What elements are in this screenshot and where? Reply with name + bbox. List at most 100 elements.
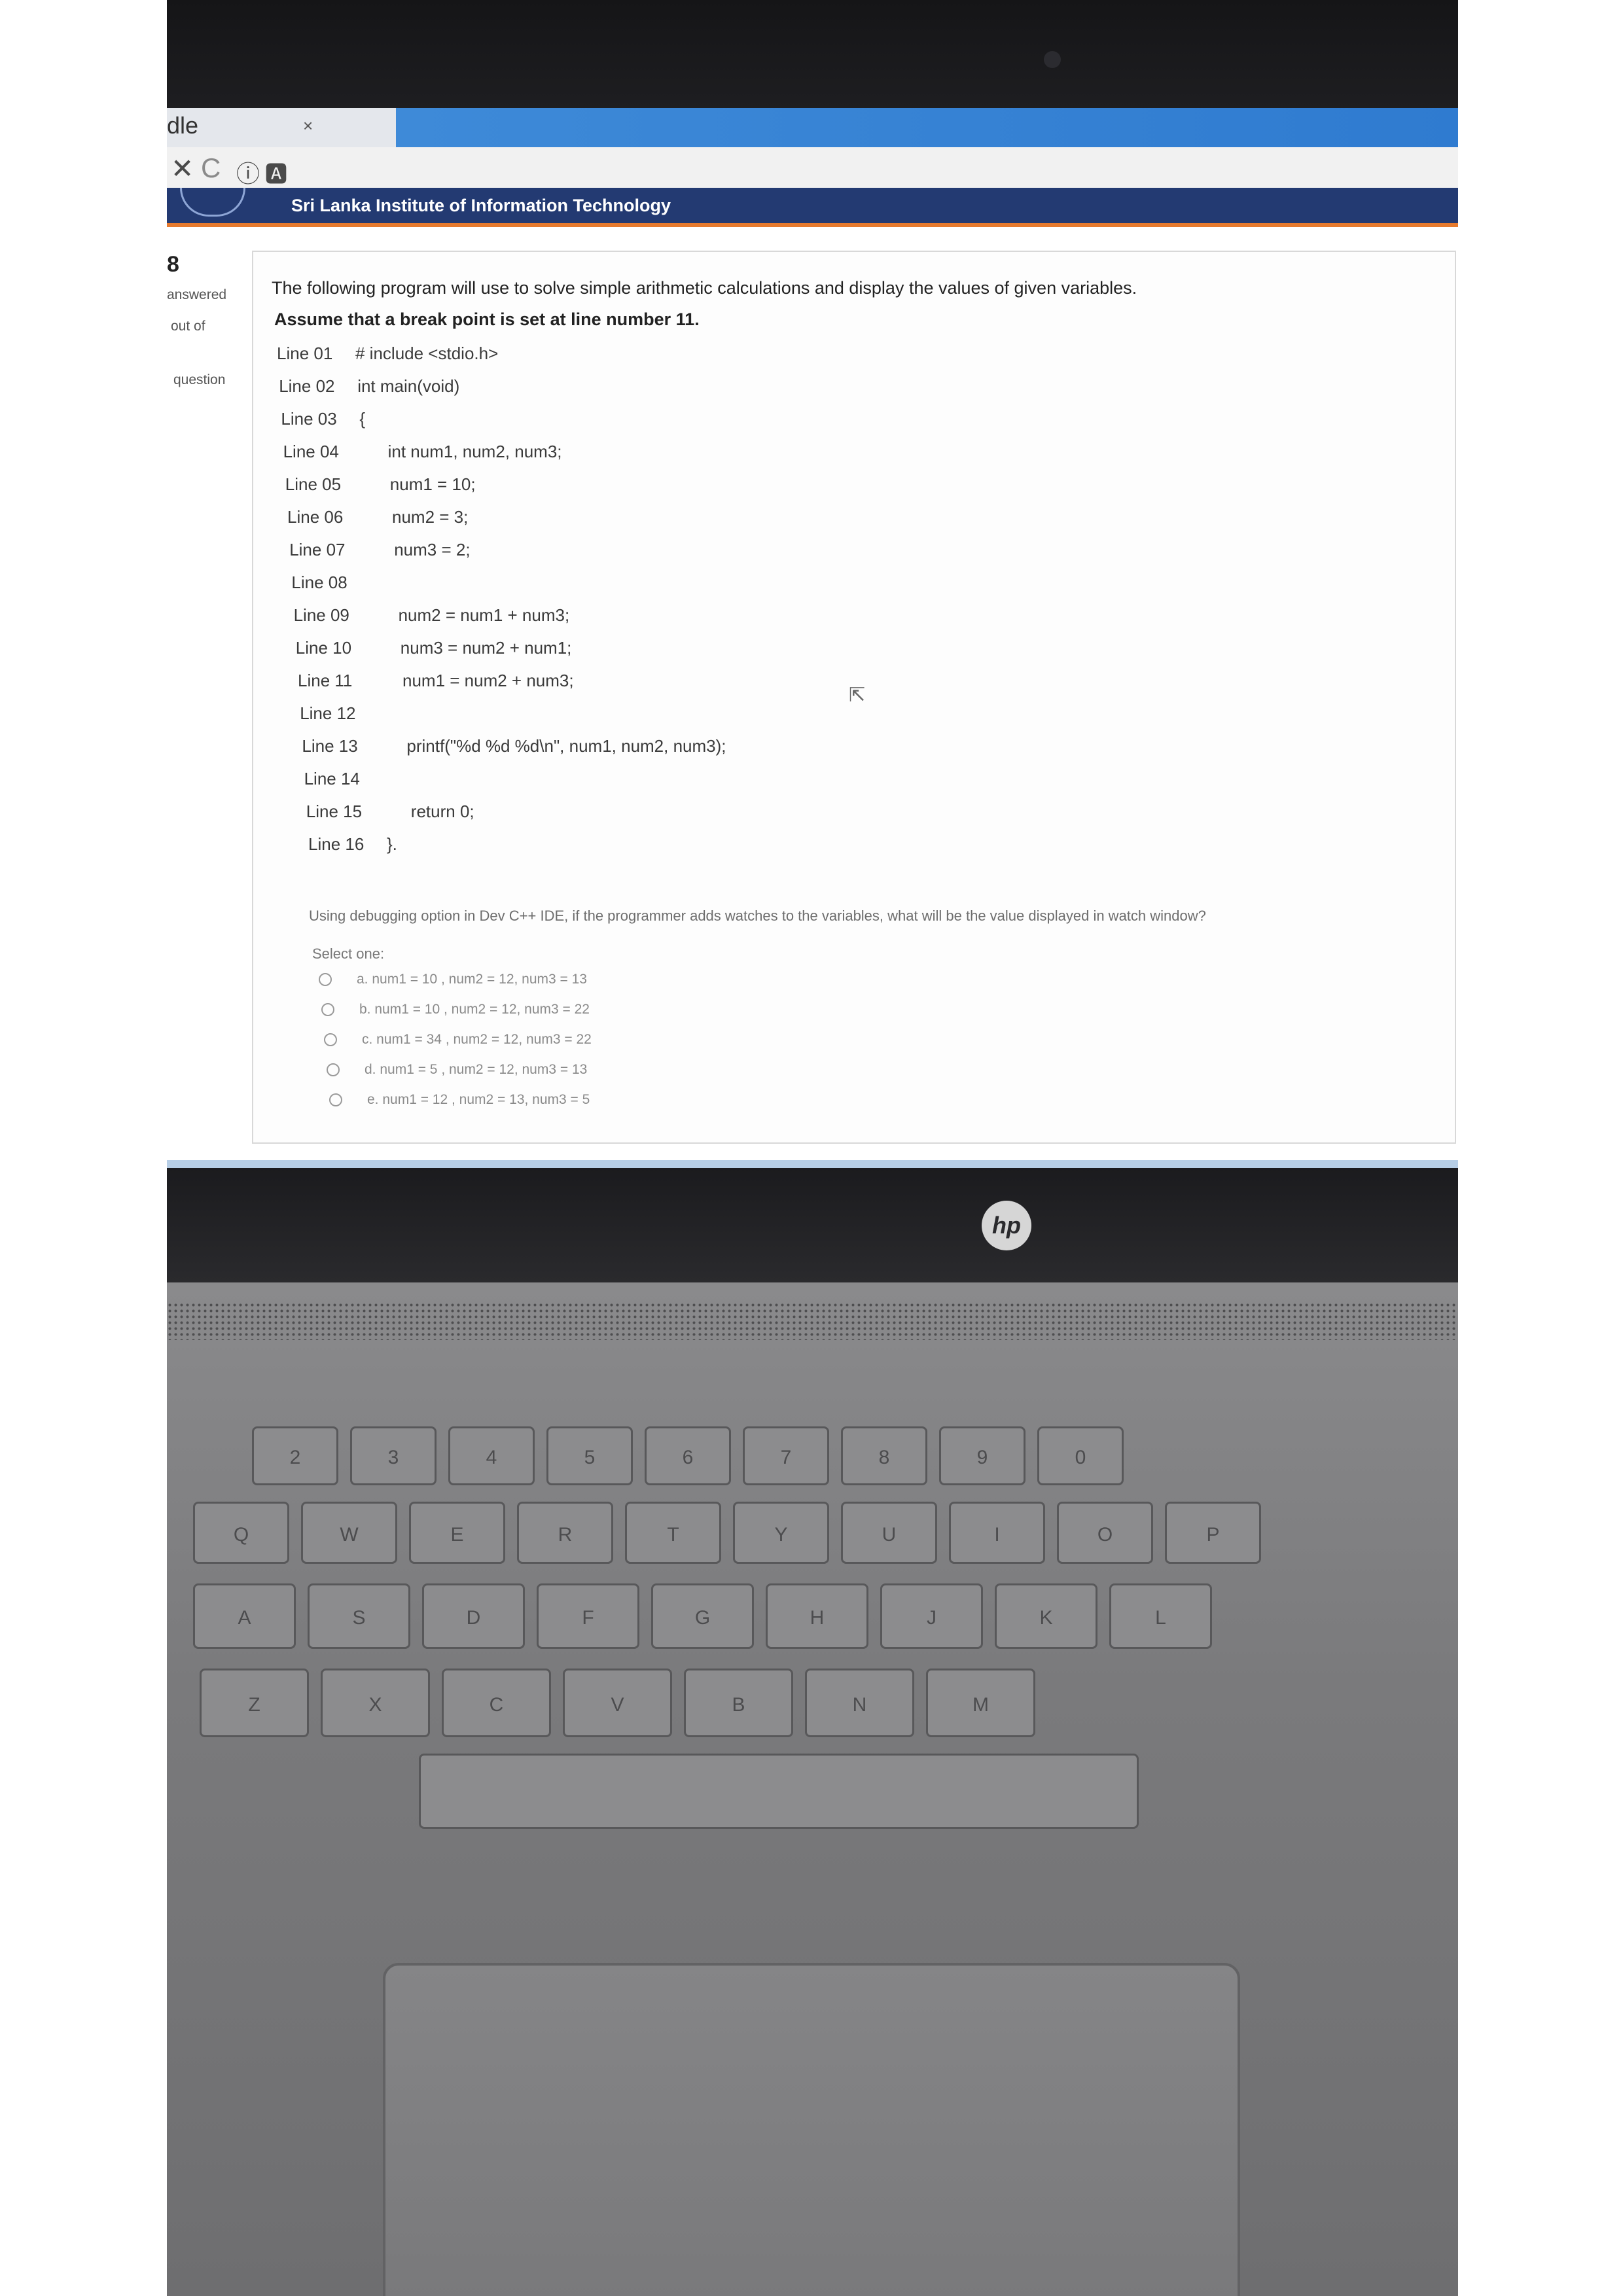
keyboard-key: 5: [546, 1426, 633, 1485]
code-line-text: num1 = num2 + num3;: [402, 671, 574, 690]
code-line-number: Line 11: [298, 671, 353, 690]
laptop-screen: dle × ✕ C ⓘ 🅰 Sri Lanka Institute of Inf…: [167, 108, 1458, 1171]
keyboard-key: K: [995, 1583, 1097, 1649]
keyboard-key: 6: [645, 1426, 731, 1485]
code-line-number: Line 04: [283, 442, 339, 461]
keyboard-key: 8: [841, 1426, 927, 1485]
laptop-keyboard-deck: 234567890 QWERTYUIOP ASDFGHJKL ZXCVBNM: [167, 1282, 1458, 2296]
code-line-number: Line 13: [302, 736, 358, 756]
photo-frame: dle × ✕ C ⓘ 🅰 Sri Lanka Institute of Inf…: [167, 0, 1458, 2296]
close-icon[interactable]: ✕: [171, 152, 194, 185]
code-line-text: # include <stdio.h>: [355, 344, 499, 363]
keyboard-key: R: [517, 1502, 613, 1564]
code-line-number: Line 16: [308, 834, 365, 854]
code-line-number: Line 08: [291, 573, 348, 592]
select-one-label: Select one:: [312, 945, 385, 962]
code-line-text: num3 = num2 + num1;: [400, 638, 572, 658]
answer-option[interactable]: a. num1 = 10 , num2 = 12, num3 = 13: [319, 972, 587, 987]
question-intro: The following program will use to solve …: [272, 278, 1137, 298]
question-prompt: Using debugging option in Dev C++ IDE, i…: [309, 908, 1206, 924]
laptop-bottom-bezel: [167, 1168, 1458, 1282]
radio-button[interactable]: [321, 1003, 334, 1017]
code-line-number: Line 05: [285, 474, 342, 494]
hp-logo: hp: [982, 1201, 1031, 1250]
radio-button[interactable]: [329, 1093, 342, 1107]
spacebar-key: [419, 1754, 1139, 1829]
code-line-number: Line 14: [304, 769, 360, 788]
reload-icon[interactable]: C: [201, 152, 221, 184]
laptop-top-bezel: [167, 0, 1458, 111]
breakpoint-note: Assume that a break point is set at line…: [274, 309, 700, 329]
code-line-number: Line 09: [293, 605, 349, 625]
code-line-number: Line 15: [306, 802, 363, 821]
speaker-grille: [167, 1302, 1458, 1340]
info-icon[interactable]: ⓘ: [236, 155, 260, 189]
code-line-number: Line 01: [277, 344, 333, 363]
keyboard-key: A: [193, 1583, 296, 1649]
code-line-text: num2 = 3;: [392, 507, 469, 527]
keyboard-key: 0: [1037, 1426, 1124, 1485]
code-line-text: {: [359, 409, 366, 429]
keyboard-key: H: [766, 1583, 868, 1649]
keyboard-key: Y: [733, 1502, 829, 1564]
keyboard-key: S: [308, 1583, 410, 1649]
answer-option-label: b. num1 = 10 , num2 = 12, num3 = 22: [359, 1002, 590, 1017]
code-line-text: int main(void): [357, 376, 460, 396]
keyboard-key: P: [1165, 1502, 1261, 1564]
keyboard-key: Q: [193, 1502, 289, 1564]
site-name: Sri Lanka Institute of Information Techn…: [291, 196, 671, 215]
answer-option[interactable]: d. num1 = 5 , num2 = 12, num3 = 13: [327, 1062, 587, 1078]
keyboard-key: X: [321, 1669, 430, 1737]
keyboard-key: 9: [939, 1426, 1026, 1485]
answer-option-label: c. num1 = 34 , num2 = 12, num3 = 22: [362, 1032, 592, 1047]
keyboard-key: 3: [350, 1426, 437, 1485]
code-line-number: Line 10: [295, 638, 352, 658]
code-line-text: }.: [387, 834, 397, 854]
flag-question-link[interactable]: question: [173, 372, 225, 388]
keyboard-key: M: [926, 1669, 1035, 1737]
mouse-cursor-icon: ⇱: [849, 684, 866, 706]
tab-close-icon[interactable]: ×: [303, 116, 313, 136]
code-line-text: num2 = num1 + num3;: [398, 605, 570, 625]
keyboard-key: 2: [252, 1426, 338, 1485]
site-header: Sri Lanka Institute of Information Techn…: [167, 188, 1458, 227]
code-line-text: num1 = 10;: [389, 474, 476, 494]
keyboard-key: F: [537, 1583, 639, 1649]
code-line-number: Line 03: [281, 409, 337, 429]
keyboard-key: E: [409, 1502, 505, 1564]
answer-option[interactable]: e. num1 = 12 , num2 = 13, num3 = 5: [329, 1092, 590, 1108]
radio-button[interactable]: [324, 1033, 337, 1047]
keyboard-key: 7: [743, 1426, 829, 1485]
code-line-number: Line 02: [279, 376, 335, 396]
keyboard-key: G: [651, 1583, 754, 1649]
question-status: answered: [167, 287, 227, 302]
page-icon[interactable]: 🅰: [265, 156, 287, 188]
keyboard-key: I: [949, 1502, 1045, 1564]
keyboard-key: D: [422, 1583, 525, 1649]
code-line-text: return 0;: [410, 802, 474, 821]
answer-option-label: d. num1 = 5 , num2 = 12, num3 = 13: [365, 1062, 588, 1077]
browser-toolbar: ✕ C ⓘ 🅰: [167, 147, 1458, 189]
keyboard-key: O: [1057, 1502, 1153, 1564]
radio-button[interactable]: [319, 973, 332, 987]
site-logo[interactable]: [180, 188, 245, 217]
code-line-text: printf("%d %d %d\n", num1, num2, num3);: [406, 736, 726, 756]
question-marks: out of: [171, 319, 205, 334]
answer-option-label: a. num1 = 10 , num2 = 12, num3 = 13: [357, 972, 587, 987]
webcam: [1044, 51, 1061, 68]
keyboard-key: T: [625, 1502, 721, 1564]
keyboard-key: B: [684, 1669, 793, 1737]
keyboard-key: Z: [200, 1669, 309, 1737]
keyboard-key: U: [841, 1502, 937, 1564]
question-number: 8: [167, 252, 179, 277]
keyboard-key: L: [1109, 1583, 1212, 1649]
code-line-text: int num1, num2, num3;: [387, 442, 562, 461]
keyboard-key: V: [563, 1669, 672, 1737]
answer-option[interactable]: b. num1 = 10 , num2 = 12, num3 = 22: [321, 1002, 590, 1017]
code-line-number: Line 12: [300, 703, 356, 723]
answer-option[interactable]: c. num1 = 34 , num2 = 12, num3 = 22: [324, 1032, 592, 1048]
browser-tab-title[interactable]: dle: [167, 112, 198, 139]
keyboard-key: 4: [448, 1426, 535, 1485]
radio-button[interactable]: [327, 1063, 340, 1077]
code-line-number: Line 07: [289, 540, 346, 559]
